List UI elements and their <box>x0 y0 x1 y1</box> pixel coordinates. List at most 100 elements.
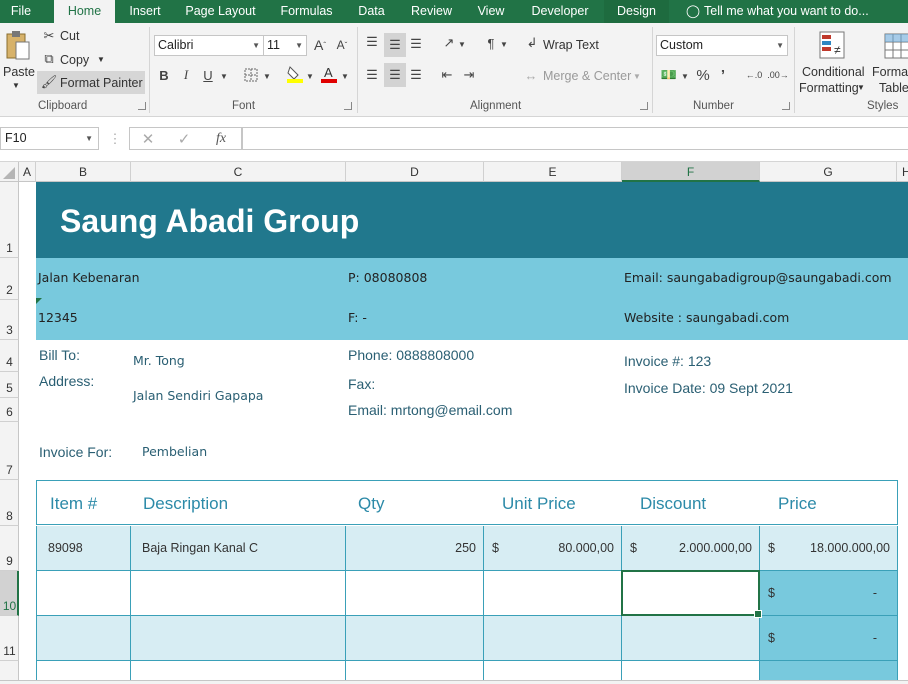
row-header-3[interactable]: 3 <box>0 300 19 340</box>
column-header-b[interactable]: B <box>36 162 131 182</box>
accounting-dropdown-icon[interactable]: ▼ <box>680 67 690 85</box>
format-as-table-line2[interactable]: Table <box>879 81 908 95</box>
cell-qty[interactable] <box>346 616 484 661</box>
cell-qty[interactable] <box>346 571 484 616</box>
cell-unit-price[interactable]: $80.000,00 <box>484 526 622 571</box>
cell-description[interactable] <box>131 616 346 661</box>
row-header-10[interactable]: 10 <box>0 571 19 616</box>
merge-center-button[interactable]: Merge & Center <box>543 69 631 83</box>
chevron-down-icon[interactable]: ▼ <box>85 128 93 149</box>
cell-description[interactable]: Baja Ringan Kanal C <box>131 526 346 571</box>
cell-unit-price[interactable] <box>484 571 622 616</box>
conditional-dropdown-icon[interactable]: ▼ <box>857 83 865 92</box>
column-header-d[interactable]: D <box>346 162 484 182</box>
company-website[interactable]: Website : saungabadi.com <box>624 310 789 325</box>
alignment-launcher-icon[interactable] <box>640 102 648 110</box>
row-header-5[interactable]: 5 <box>0 372 19 398</box>
increase-indent-icon[interactable]: ⇥ <box>459 66 479 84</box>
company-street[interactable]: Jalan Kebenaran <box>38 270 140 285</box>
font-color-icon[interactable]: A <box>319 63 339 85</box>
column-header-f[interactable]: F <box>622 162 760 182</box>
row-header-4[interactable]: 4 <box>0 340 19 372</box>
row-header-7[interactable]: 7 <box>0 422 19 480</box>
align-center-icon[interactable]: ☰ <box>384 63 406 87</box>
company-title[interactable]: Saung Abadi Group <box>60 203 359 240</box>
merge-dropdown-icon[interactable]: ▼ <box>632 67 642 85</box>
bottom-align-icon[interactable]: ☰ <box>407 35 425 53</box>
address-label[interactable]: Address: <box>39 373 94 389</box>
text-direction-icon[interactable]: ¶ <box>481 33 501 53</box>
customer-email[interactable]: Email: mrtong@email.com <box>348 402 512 418</box>
column-header-g[interactable]: G <box>760 162 897 182</box>
italic-icon[interactable]: I <box>178 65 194 85</box>
cell-price[interactable]: $18.000.000,00 <box>760 526 898 571</box>
row-header-2[interactable]: 2 <box>0 258 19 300</box>
formula-input[interactable] <box>242 127 908 150</box>
increase-decimal-icon[interactable]: ←.0 <box>744 65 764 85</box>
select-all-corner[interactable] <box>0 162 19 182</box>
row-header-9[interactable]: 9 <box>0 526 19 571</box>
tab-home[interactable]: Home <box>54 0 115 23</box>
comma-style-icon[interactable]: ’ <box>716 65 730 85</box>
cell-price[interactable]: $ - <box>760 571 898 616</box>
bill-to-value[interactable]: Mr. Tong <box>133 353 185 368</box>
row-header-6[interactable]: 6 <box>0 398 19 422</box>
top-align-icon[interactable]: ☰ <box>363 33 381 51</box>
invoice-for-value[interactable]: Pembelian <box>142 444 207 459</box>
cancel-entry-icon[interactable]: ✕ <box>139 129 157 149</box>
font-name-combo[interactable]: Calibri ▼ <box>154 35 264 56</box>
row-header-8[interactable]: 8 <box>0 480 19 526</box>
header-item[interactable]: Item # <box>36 480 131 525</box>
cell-item[interactable] <box>36 616 131 661</box>
cell-unit-price[interactable] <box>484 616 622 661</box>
customer-fax[interactable]: Fax: <box>348 376 375 392</box>
number-format-combo[interactable]: Custom ▼ <box>656 35 788 56</box>
cell-discount[interactable]: $2.000.000,00 <box>622 526 760 571</box>
tab-formulas[interactable]: Formulas <box>274 0 339 23</box>
cell-description[interactable] <box>131 571 346 616</box>
invoice-date[interactable]: Invoice Date: 09 Sept 2021 <box>624 380 793 396</box>
font-color-dropdown-icon[interactable]: ▼ <box>340 67 350 85</box>
paste-icon[interactable] <box>4 29 32 63</box>
cut-button[interactable]: Cut <box>60 29 79 43</box>
row-header-1[interactable]: 1 <box>0 182 19 258</box>
header-discount[interactable]: Discount <box>622 480 760 525</box>
bill-to-label[interactable]: Bill To: <box>39 347 80 363</box>
header-unit-price[interactable]: Unit Price <box>484 480 622 525</box>
tab-insert[interactable]: Insert <box>121 0 169 23</box>
company-zip[interactable]: 12345 <box>38 310 78 325</box>
invoice-number[interactable]: Invoice #: 123 <box>624 353 711 369</box>
tab-design[interactable]: Design <box>604 0 669 23</box>
tab-file[interactable]: File <box>0 0 42 23</box>
paste-button[interactable]: Paste <box>3 65 35 79</box>
text-direction-dropdown-icon[interactable]: ▼ <box>499 35 509 53</box>
conditional-formatting-icon[interactable]: ≠ <box>817 29 849 63</box>
align-right-icon[interactable]: ☰ <box>407 66 425 84</box>
orientation-dropdown-icon[interactable]: ▼ <box>457 35 467 53</box>
accounting-format-icon[interactable]: 💵 <box>658 65 680 85</box>
border-dropdown-icon[interactable]: ▼ <box>262 67 272 85</box>
column-header-h[interactable]: H <box>897 162 908 182</box>
copy-button[interactable]: Copy <box>60 53 89 67</box>
fill-color-icon[interactable] <box>285 63 305 85</box>
wrap-text-button[interactable]: Wrap Text <box>543 38 599 52</box>
invoice-for-label[interactable]: Invoice For: <box>39 444 112 460</box>
underline-icon[interactable]: U <box>200 65 216 85</box>
format-as-table-line1[interactable]: Format <box>872 65 908 79</box>
active-cell-f10[interactable] <box>621 570 762 618</box>
font-launcher-icon[interactable] <box>344 102 352 110</box>
insert-function-icon[interactable]: fx <box>210 129 232 149</box>
cell-qty[interactable]: 250 <box>346 526 484 571</box>
customer-phone[interactable]: Phone: 0888808000 <box>348 347 474 363</box>
increase-font-icon[interactable]: Aˆ <box>311 35 329 55</box>
company-fax[interactable]: F: - <box>348 310 367 325</box>
clipboard-launcher-icon[interactable] <box>138 102 146 110</box>
name-box[interactable]: F10 ▼ <box>0 127 99 150</box>
conditional-formatting-line1[interactable]: Conditional <box>802 65 865 79</box>
decrease-decimal-icon[interactable]: .00→ <box>767 65 789 85</box>
copy-dropdown-icon[interactable]: ▼ <box>97 55 105 64</box>
cell-item[interactable]: 89098 <box>36 526 131 571</box>
decrease-indent-icon[interactable]: ⇤ <box>437 66 457 84</box>
border-icon[interactable] <box>242 65 260 85</box>
address-value[interactable]: Jalan Sendiri Gapapa <box>133 388 263 403</box>
